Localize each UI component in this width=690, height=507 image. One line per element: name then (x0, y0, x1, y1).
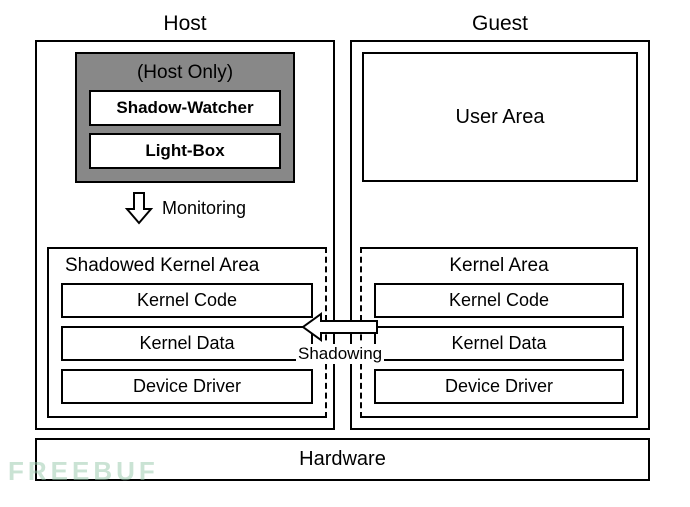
guest-device-driver: Device Driver (374, 369, 624, 404)
shadowing-arrow-wrap: Shadowing (296, 312, 384, 364)
arrow-left-icon (296, 312, 384, 342)
guest-kernel-title: Kernel Area (374, 255, 624, 277)
shadowed-kernel-title: Shadowed Kernel Area (61, 255, 313, 277)
host-kernel-data: Kernel Data (61, 326, 313, 361)
monitoring-arrow-wrap: Monitoring (47, 191, 323, 225)
columns-wrap: Host (Host Only) Shadow-Watcher Light-Bo… (35, 12, 655, 430)
watermark-text: FREEBUF (8, 456, 159, 487)
host-outer-box: (Host Only) Shadow-Watcher Light-Box Mon… (35, 40, 335, 430)
host-column: Host (Host Only) Shadow-Watcher Light-Bo… (35, 12, 335, 430)
user-area-box: User Area (362, 52, 638, 182)
monitoring-label: Monitoring (162, 198, 246, 219)
host-only-box: (Host Only) Shadow-Watcher Light-Box (75, 52, 295, 183)
shadowed-kernel-area: Shadowed Kernel Area Kernel Code Kernel … (47, 247, 327, 418)
host-device-driver: Device Driver (61, 369, 313, 404)
host-only-title: (Host Only) (89, 62, 281, 84)
host-title: Host (35, 12, 335, 36)
user-area-label: User Area (456, 106, 545, 129)
guest-kernel-area: Kernel Area Kernel Code Kernel Data Devi… (360, 247, 638, 418)
guest-column: Guest User Area Kernel Area Kernel Code … (350, 12, 650, 430)
guest-outer-box: User Area Kernel Area Kernel Code Kernel… (350, 40, 650, 430)
shadow-watcher-box: Shadow-Watcher (89, 90, 281, 126)
shadowing-label: Shadowing (296, 344, 384, 364)
guest-title: Guest (350, 12, 650, 36)
guest-kernel-data: Kernel Data (374, 326, 624, 361)
light-box-box: Light-Box (89, 133, 281, 169)
arrow-down-icon (124, 191, 154, 225)
guest-kernel-code: Kernel Code (374, 283, 624, 318)
host-kernel-code: Kernel Code (61, 283, 313, 318)
